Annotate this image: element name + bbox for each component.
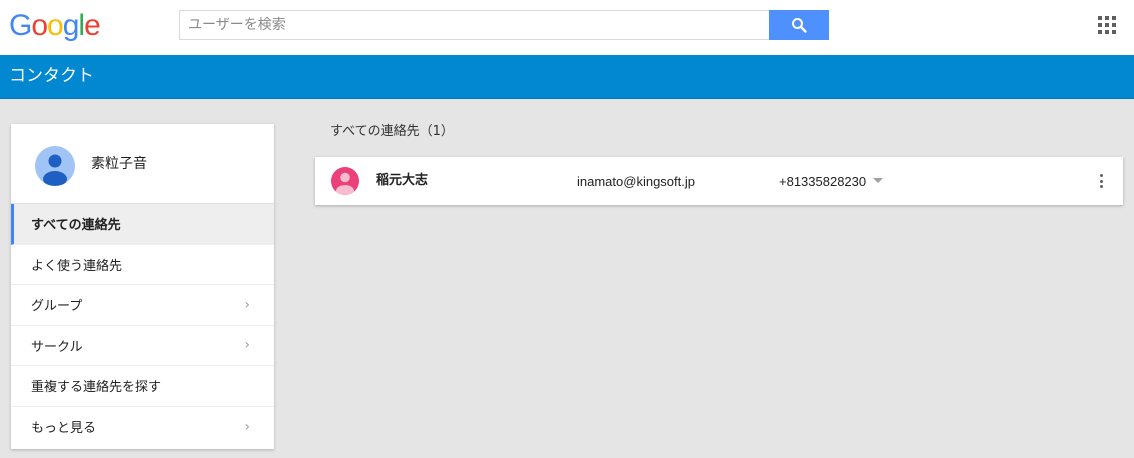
app-bar: コンタクト — [0, 55, 1134, 99]
section-title: すべての連絡先（1） — [330, 124, 454, 139]
search-input[interactable] — [179, 10, 770, 40]
sidebar-item-label: よく使う連絡先 — [31, 258, 123, 274]
profile-card: 素粒子音 — [11, 124, 274, 204]
sidebar-item-circles[interactable]: サークル › — [11, 326, 274, 366]
person-icon — [336, 172, 354, 195]
google-logo[interactable]: Google — [9, 8, 101, 44]
logo-letter: e — [84, 9, 101, 42]
contact-name[interactable]: 稲元大志 — [376, 172, 428, 190]
logo-letter: o — [31, 9, 48, 42]
chevron-right-icon: › — [244, 296, 250, 313]
chevron-right-icon: › — [244, 418, 250, 435]
caret-down-icon[interactable] — [873, 178, 883, 183]
sidebar: 素粒子音 すべての連絡先 よく使う連絡先 グループ › サークル › 重複する連… — [11, 124, 274, 449]
contact-avatar-icon[interactable] — [331, 167, 359, 195]
top-bar: Google — [0, 0, 1134, 55]
chevron-right-icon: › — [244, 337, 250, 354]
logo-letter: g — [62, 9, 80, 42]
page-title: コンタクト — [9, 66, 94, 86]
profile-name: 素粒子音 — [91, 156, 147, 172]
sidebar-item-groups[interactable]: グループ › — [11, 285, 274, 326]
sidebar-item-all-contacts[interactable]: すべての連絡先 — [11, 204, 274, 245]
search-button[interactable] — [769, 10, 829, 40]
sidebar-item-find-duplicates[interactable]: 重複する連絡先を探す — [11, 366, 274, 407]
apps-grid-icon[interactable] — [1098, 16, 1116, 34]
sidebar-item-more[interactable]: もっと見る › — [11, 407, 274, 448]
search-icon — [792, 18, 807, 33]
user-avatar-icon[interactable] — [35, 146, 75, 186]
person-icon — [43, 154, 67, 186]
sidebar-item-label: サークル — [31, 339, 83, 355]
sidebar-item-label: 重複する連絡先を探す — [31, 380, 162, 396]
logo-letter: G — [9, 9, 32, 42]
sidebar-item-label: すべての連絡先 — [31, 218, 121, 234]
sidebar-item-label: グループ — [31, 299, 83, 315]
contact-email[interactable]: inamato@kingsoft.jp — [577, 173, 695, 191]
sidebar-item-frequent[interactable]: よく使う連絡先 — [11, 245, 274, 285]
more-vert-icon[interactable] — [1095, 173, 1107, 189]
contact-phone[interactable]: +81335828230 — [779, 173, 866, 191]
sidebar-item-label: もっと見る — [31, 421, 97, 437]
logo-letter: o — [47, 9, 64, 42]
contact-row[interactable]: 稲元大志 inamato@kingsoft.jp +81335828230 — [315, 157, 1123, 205]
